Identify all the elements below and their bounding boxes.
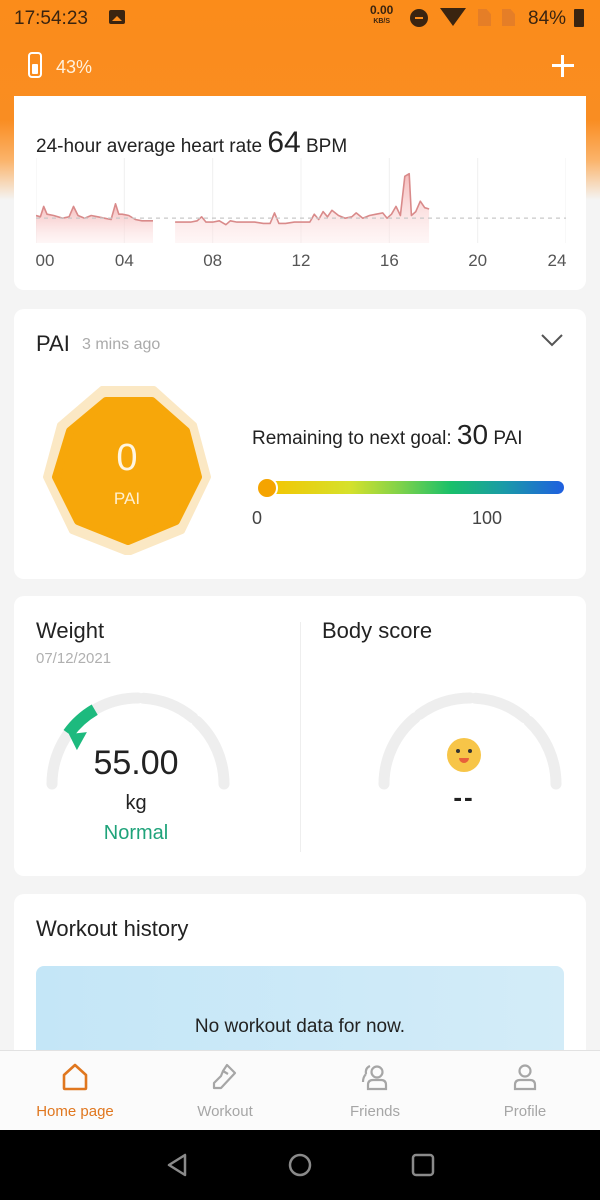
pai-remaining-value: 30: [456, 419, 489, 450]
tab-friends-label: Friends: [349, 1103, 401, 1120]
heart-rate-area-0: [36, 203, 153, 243]
heart-rate-title: 24-hour average heart rate 64 BPM: [36, 126, 347, 160]
net-speed-value: 0.00: [370, 3, 394, 17]
tab-home-label: Home page: [36, 1103, 114, 1120]
home-icon: [62, 1063, 88, 1091]
weight-value: 55.00: [93, 744, 179, 782]
x-tick-label: 24: [547, 251, 567, 270]
x-tick-label: 04: [114, 251, 134, 270]
weight-unit: kg: [125, 792, 147, 814]
pai-card[interactable]: PAI 3 mins ago 0 PAI Remaining to next g…: [14, 309, 586, 579]
tab-profile-label: Profile: [503, 1103, 547, 1120]
body-score-title: Body score: [322, 618, 433, 643]
shoe-icon: [212, 1063, 237, 1090]
pai-remaining-label: Remaining to next goal:: [252, 428, 452, 449]
no-sim-icon: [502, 9, 515, 26]
x-tick-label: 16: [379, 251, 399, 270]
chevron-down-icon[interactable]: [541, 333, 563, 347]
weight-gauge-segment: [137, 692, 199, 724]
tab-workout[interactable]: Workout: [150, 1051, 300, 1131]
weight-gauge-fill: [63, 704, 98, 738]
x-tick-label: 08: [203, 251, 223, 270]
pai-scale-max: 100: [472, 508, 503, 528]
smiley-eye: [468, 749, 472, 753]
weight-title: Weight: [36, 618, 105, 643]
no-sim-icon: [478, 9, 491, 26]
add-button[interactable]: [548, 51, 578, 81]
dnd-icon: [410, 9, 428, 27]
heart-rate-label: 24-hour average heart rate: [36, 136, 263, 157]
battery-icon: [574, 9, 584, 27]
back-icon[interactable]: [163, 1150, 193, 1180]
pai-updated: 3 mins ago: [82, 336, 161, 353]
tab-home[interactable]: Home page: [0, 1051, 150, 1131]
net-speed-unit: KB/S: [373, 18, 391, 25]
workout-empty-text: No workout data for now.: [194, 1016, 406, 1037]
divider: [300, 622, 301, 852]
network-speed: 0.00 KB/S: [370, 3, 394, 27]
pai-progress-bar: [266, 481, 564, 494]
heart-rate-value: 64: [267, 126, 301, 159]
image-icon: [109, 10, 125, 24]
smiley-icon: [447, 738, 481, 772]
top-bar: 43%: [0, 46, 600, 90]
weight-body-card: Weight 07/12/2021 55.00 kg Normal Body s…: [14, 596, 586, 876]
body-score-gauge-segment: [469, 692, 531, 724]
system-nav-bar: [0, 1130, 600, 1200]
pai-remaining: Remaining to next goal: 30 PAI: [252, 419, 523, 451]
bottom-tab-bar: Home page Workout Friends Profile: [0, 1050, 600, 1130]
heart-rate-card[interactable]: 24-hour average heart rate 64 BPM 00 04 08…: [14, 96, 586, 290]
battery-percent: 84%: [528, 8, 567, 29]
heart-rate-area-1: [175, 173, 430, 243]
heart-rate-chart: [36, 158, 566, 243]
friends-icon: [361, 1064, 388, 1091]
x-tick-label: 12: [291, 251, 311, 270]
tab-profile[interactable]: Profile: [450, 1051, 600, 1131]
status-time: 17:54:23: [14, 8, 88, 29]
smiley-mouth: [459, 758, 469, 763]
band-battery: 43%: [56, 57, 93, 77]
smiley-eye: [456, 749, 460, 753]
home-nav-icon[interactable]: [285, 1150, 315, 1180]
recents-icon[interactable]: [408, 1150, 438, 1180]
pai-unit: PAI: [113, 489, 141, 508]
pai-title: PAI: [36, 331, 70, 356]
workout-history-title: Workout history: [36, 916, 189, 941]
wifi-icon: [440, 8, 466, 26]
heart-rate-x-axis: 00 04 08 12 16 20 24: [35, 251, 567, 271]
band-icon: [28, 52, 42, 78]
pai-scale-min: 0: [252, 508, 263, 528]
pai-remaining-unit: PAI: [493, 428, 523, 449]
pai-progress-knob: [256, 477, 278, 499]
status-bar: 17:54:23 0.00 KB/S 84%: [0, 0, 600, 36]
weight-date: 07/12/2021: [36, 650, 112, 667]
body-score-value: --: [453, 782, 475, 812]
x-tick-label: 00: [35, 251, 55, 270]
pai-value: 0: [116, 437, 138, 479]
heart-rate-unit: BPM: [305, 136, 348, 157]
x-tick-label: 20: [468, 251, 488, 270]
weight-status: Normal: [103, 822, 169, 844]
tab-friends[interactable]: Friends: [300, 1051, 450, 1131]
tab-workout-label: Workout: [197, 1103, 253, 1120]
profile-icon: [513, 1064, 537, 1091]
body-score-gauge-segment: [523, 715, 562, 790]
body-score-gauge-segment: [378, 712, 421, 790]
body-score-gauge-segment: [414, 692, 476, 720]
